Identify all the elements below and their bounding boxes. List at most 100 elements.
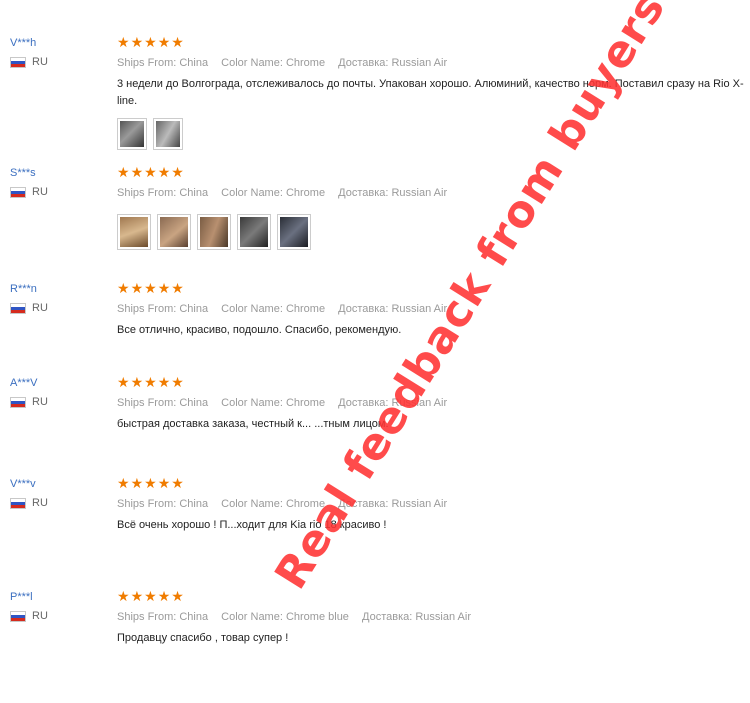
star-rating: ★ ★ ★ ★ ★	[117, 166, 745, 180]
review-content: ★ ★ ★ ★ ★ Ships From: China Color Name: Chro…	[117, 166, 745, 250]
star-icon: ★	[130, 476, 144, 492]
reviewer-name[interactable]: V***v	[10, 477, 110, 491]
ships-from: Ships From: China	[117, 397, 209, 409]
star-icon: ★	[117, 589, 130, 605]
color-name: Color Name: Chrome	[221, 498, 326, 510]
color-name: Color Name: Chrome	[221, 187, 326, 199]
reviewer-country: RU	[10, 610, 110, 622]
country-code: RU	[32, 610, 48, 622]
star-icon: ★	[171, 165, 184, 181]
russia-flag-icon	[10, 396, 26, 408]
review-content: ★ ★ ★ ★ ★ Ships From: China Color Name: Chro…	[117, 590, 745, 647]
russia-flag-icon	[10, 302, 26, 314]
review-photos	[117, 118, 745, 150]
review-text: Всё очень хорошо ! П...ходит для Kia rio…	[117, 519, 387, 531]
color-name: Color Name: Chrome	[221, 303, 326, 315]
star-icon: ★	[157, 165, 171, 181]
reviewer-info: V***v RU	[10, 477, 110, 509]
country-code: RU	[32, 186, 48, 198]
star-icon: ★	[117, 35, 130, 51]
country-code: RU	[32, 396, 48, 408]
star-icon: ★	[144, 476, 157, 492]
review-content: ★ ★ ★ ★ ★ Ships From: China Color Name: Chro…	[117, 282, 745, 339]
delivery-method: Доставка: Russian Air	[338, 57, 448, 69]
star-icon: ★	[144, 35, 157, 51]
review-text: Продавцу спасибо , товар супер !	[117, 632, 289, 644]
star-icon: ★	[117, 476, 130, 492]
star-icon: ★	[144, 375, 157, 391]
russia-flag-icon	[10, 186, 26, 198]
reviewer-info: V***h RU	[10, 36, 110, 68]
star-icon: ★	[171, 589, 184, 605]
star-icon: ★	[157, 375, 171, 391]
star-icon: ★	[144, 281, 157, 297]
delivery-method: Доставка: Russian Air	[338, 303, 448, 315]
star-icon: ★	[171, 375, 184, 391]
review-photos	[117, 214, 745, 250]
star-icon: ★	[171, 35, 184, 51]
country-code: RU	[32, 56, 48, 68]
color-name: Color Name: Chrome blue	[221, 611, 349, 623]
order-details: Ships From: China Color Name: Chrome Дос…	[117, 56, 745, 70]
star-icon: ★	[157, 35, 171, 51]
review-content: ★ ★ ★ ★ ★ Ships From: China Color Name: Chro…	[117, 376, 745, 433]
star-icon: ★	[171, 476, 184, 492]
delivery-method: Доставка: Russian Air	[338, 187, 448, 199]
review-photo-thumbnail[interactable]	[153, 118, 183, 150]
review-photo-thumbnail[interactable]	[197, 214, 231, 250]
star-icon: ★	[117, 281, 130, 297]
reviewer-name[interactable]: V***h	[10, 36, 110, 50]
review-content: ★ ★ ★ ★ ★ Ships From: China Color Name: Chro…	[117, 36, 745, 150]
star-icon: ★	[171, 281, 184, 297]
star-icon: ★	[144, 165, 157, 181]
review-text: 3 недели до Волгограда, отслеживалось до…	[117, 78, 744, 107]
order-details: Ships From: China Color Name: Chrome Дос…	[117, 302, 745, 316]
color-name: Color Name: Chrome	[221, 57, 326, 69]
reviewer-info: A***V RU	[10, 376, 110, 408]
star-icon: ★	[130, 281, 144, 297]
star-rating: ★ ★ ★ ★ ★	[117, 36, 745, 50]
delivery-method: Доставка: Russian Air	[362, 611, 471, 623]
review-photo-thumbnail[interactable]	[237, 214, 271, 250]
review-photo-thumbnail[interactable]	[117, 214, 151, 250]
star-icon: ★	[157, 476, 171, 492]
russia-flag-icon	[10, 610, 26, 622]
ships-from: Ships From: China	[117, 498, 209, 510]
reviewer-name[interactable]: S***s	[10, 166, 110, 180]
reviewer-country: RU	[10, 302, 110, 314]
reviewer-name[interactable]: R***n	[10, 282, 110, 296]
reviewer-country: RU	[10, 56, 110, 68]
ships-from: Ships From: China	[117, 611, 209, 623]
country-code: RU	[32, 302, 48, 314]
review-photo-thumbnail[interactable]	[277, 214, 311, 250]
star-icon: ★	[157, 589, 171, 605]
review-photo-thumbnail[interactable]	[117, 118, 147, 150]
order-details: Ships From: China Color Name: Chrome blu…	[117, 610, 745, 624]
star-icon: ★	[130, 375, 144, 391]
star-icon: ★	[117, 165, 130, 181]
order-details: Ships From: China Color Name: Chrome Дос…	[117, 396, 745, 410]
star-rating: ★ ★ ★ ★ ★	[117, 376, 745, 390]
reviewer-info: R***n RU	[10, 282, 110, 314]
star-icon: ★	[144, 589, 157, 605]
delivery-method: Доставка: Russian Air	[338, 397, 448, 409]
review-text: Все отлично, красиво, подошло. Спасибо, …	[117, 324, 402, 336]
review-text: быстрая доставка заказа, честный к... ..…	[117, 418, 389, 430]
reviewer-name[interactable]: P***l	[10, 590, 110, 604]
country-code: RU	[32, 497, 48, 509]
reviewer-info: S***s RU	[10, 166, 110, 198]
star-icon: ★	[117, 375, 130, 391]
order-details: Ships From: China Color Name: Chrome Дос…	[117, 497, 745, 511]
star-icon: ★	[130, 35, 144, 51]
reviewer-country: RU	[10, 497, 110, 509]
review-content: ★ ★ ★ ★ ★ Ships From: China Color Name: Chro…	[117, 477, 745, 534]
review-photo-thumbnail[interactable]	[157, 214, 191, 250]
reviewer-name[interactable]: A***V	[10, 376, 110, 390]
color-name: Color Name: Chrome	[221, 397, 326, 409]
delivery-method: Доставка: Russian Air	[338, 498, 448, 510]
star-rating: ★ ★ ★ ★ ★	[117, 282, 745, 296]
russia-flag-icon	[10, 497, 26, 509]
ships-from: Ships From: China	[117, 303, 209, 315]
reviewer-info: P***l RU	[10, 590, 110, 622]
star-icon: ★	[130, 589, 144, 605]
